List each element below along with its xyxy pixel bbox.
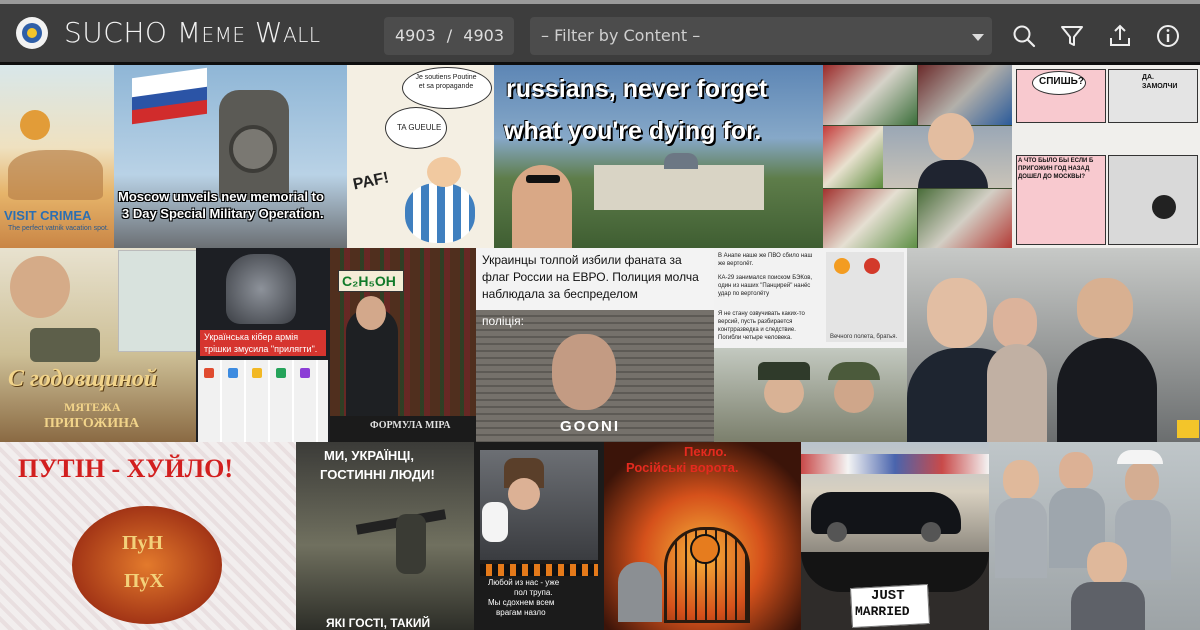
meme-tile-car-ride[interactable]	[907, 248, 1200, 442]
meme-tile-just-married[interactable]: JUST MARRIED	[801, 552, 989, 630]
meme-tile-hospital[interactable]	[989, 442, 1200, 630]
news-caption: Вечного полета, братья.	[830, 334, 898, 340]
search-icon[interactable]	[1011, 23, 1037, 49]
meme-tile-motorcade[interactable]	[801, 442, 989, 552]
egg-text-2: ПуХ	[124, 570, 164, 592]
meme-tile-guests[interactable]: МИ, УКРАЇНЦІ, ГОСТИННІ ЛЮДИ! ЯКІ ГОСТІ, …	[296, 442, 474, 630]
watermark: GOONI	[560, 418, 621, 435]
info-icon[interactable]	[1155, 23, 1181, 49]
meme-caption: ПУТІН - ХУЙЛО!	[18, 454, 233, 483]
meme-caption-line-1: Пекло.	[684, 444, 727, 459]
shop-sign: С₂Н₅ОН	[342, 273, 396, 289]
sign-line-2: MARRIED	[855, 604, 910, 619]
meme-tile-anniversary[interactable]: С годовщиной МЯТЕЖА ПРИГОЖИНА	[0, 248, 196, 442]
meme-caption-line-3: ЯКІ ГОСТІ, ТАКИЙ	[326, 616, 431, 630]
meme-caption-line-2: ГОСТИННІ ЛЮДИ!	[320, 467, 435, 482]
app-header: SUCHO Meme Wall 4903 / 4903 – Filter by …	[0, 4, 1200, 62]
meme-caption-line-3: ПРИГОЖИНА	[44, 416, 140, 431]
meme-caption-line-2: трішки змусила "прилягти".	[204, 344, 318, 354]
meme-caption-line-2: Російські ворота.	[626, 460, 739, 475]
news-paragraph-1: В Анапе наше же ПВО сбило наш же вертолё…	[718, 253, 813, 267]
counter-shown: 4903	[394, 26, 436, 45]
speech-bubble-2: TA GUEULE	[397, 123, 442, 132]
sucho-logo-icon[interactable]	[16, 17, 48, 49]
meme-caption-line-1: russians, never forget	[506, 75, 768, 103]
meme-caption-line-4: врагам назло	[496, 608, 546, 617]
comic-bubble-3: А ЧТО БЫЛО БЫ ЕСЛИ Б ПРИГОЖИН ГОД НАЗАД …	[1018, 158, 1094, 180]
meme-tile-euro[interactable]: Украинцы толпой избили фаната за флаг Ро…	[476, 248, 714, 442]
meme-tile-funerals[interactable]	[823, 65, 1012, 248]
meme-caption-line-2: 3 Day Special Military Operation.	[122, 206, 324, 221]
meme-tile-putin-sign[interactable]: ПУТІН - ХУЙЛО! ПуН ПуХ	[0, 442, 296, 630]
meme-caption-line-2: МЯТЕЖА	[64, 400, 121, 414]
filter-icon[interactable]	[1059, 23, 1085, 49]
share-icon[interactable]	[1107, 23, 1133, 49]
chevron-down-icon[interactable]	[972, 34, 984, 41]
meme-caption: VISIT CRIMEA	[4, 208, 92, 223]
meme-tile-visit-crimea[interactable]: VISIT CRIMEA The perfect vatnik vacation…	[0, 65, 114, 248]
meme-caption-line-2: what you're dying for.	[504, 117, 762, 145]
meme-caption: ФОРМУЛА МІРА	[370, 420, 451, 431]
meme-tile-memorial[interactable]: Moscow unveils new memorial to 3 Day Spe…	[114, 65, 347, 248]
filter-placeholder: – Filter by Content –	[541, 26, 701, 45]
egg-text-1: ПуН	[122, 532, 164, 554]
meme-caption-line-1: Любой из нас - уже	[488, 578, 560, 587]
meme-tile-news[interactable]: В Анапе наше же ПВО сбило наш же вертолё…	[714, 248, 907, 442]
meme-tile-hell-gate[interactable]: Пекло. Російські ворота.	[604, 442, 801, 630]
news-paragraph-2: КА-29 занимался поиском БЭКов, один из н…	[718, 275, 813, 297]
counter-separator: /	[446, 26, 453, 45]
app-title[interactable]: SUCHO Meme Wall	[64, 14, 321, 52]
content-filter-select[interactable]: – Filter by Content –	[530, 17, 992, 55]
meme-caption-line-1: Moscow unveils new memorial to	[118, 189, 324, 204]
meme-caption: Украинцы толпой избили фаната за флаг Ро…	[482, 253, 699, 301]
sound-effect: PAF!	[351, 169, 391, 194]
meme-caption-line-3: Мы сдохнем всем	[488, 598, 555, 607]
news-paragraph-3: Я не стану озвучивать каких-то версий, п…	[718, 311, 805, 341]
comic-bubble-2: ДА. ЗАМОЛЧИ	[1142, 74, 1178, 90]
meme-tile-corpses[interactable]: Любой из нас - уже пол трупа. Мы сдохнем…	[474, 442, 604, 630]
meme-caption-line-1: С годовщиной	[8, 366, 158, 392]
meme-caption-line-1: Українська кібер армія	[204, 332, 299, 342]
meme-caption-line-2: пол трупа.	[514, 588, 553, 597]
meme-subcaption: The perfect vatnik vacation spot.	[8, 225, 109, 232]
meme-tile-asterix[interactable]: Je soutiens Poutine et sa propagande TA …	[347, 65, 494, 248]
meme-caption-line-1: МИ, УКРАЇНЦІ,	[324, 448, 415, 463]
meme-tile-palace[interactable]: russians, never forget what you're dying…	[494, 65, 823, 248]
meme-counter: 4903 / 4903	[384, 17, 514, 55]
meme-wall: VISIT CRIMEA The perfect vatnik vacation…	[0, 62, 1200, 630]
meme-label: поліція:	[482, 314, 524, 328]
meme-tile-comic-brain[interactable]: СПИШЬ? ДА. ЗАМОЛЧИ А ЧТО БЫЛО БЫ ЕСЛИ Б …	[1012, 65, 1200, 248]
meme-tile-robocop[interactable]: Українська кібер армія трішки змусила "п…	[196, 248, 330, 442]
meme-tile-formula[interactable]: С₂Н₅ОН ФОРМУЛА МІРА	[330, 248, 476, 442]
comic-bubble-1: СПИШЬ?	[1039, 76, 1084, 87]
speech-bubble-1: Je soutiens Poutine et sa propagande	[415, 74, 477, 90]
counter-total: 4903	[463, 26, 504, 45]
sign-line-1: JUST	[871, 588, 905, 604]
